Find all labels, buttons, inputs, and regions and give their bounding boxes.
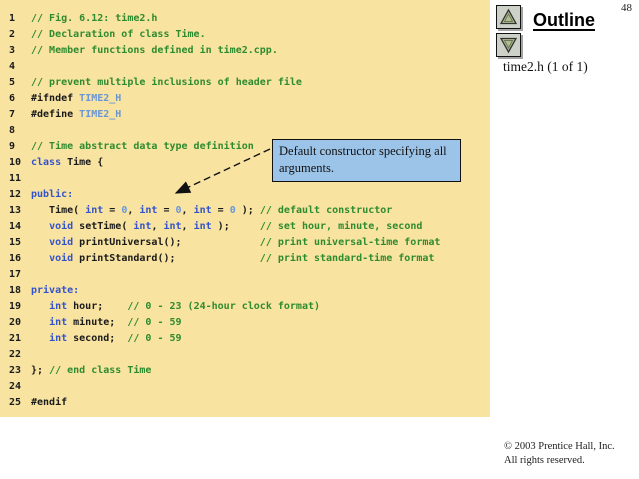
copyright-line1: © 2003 Prentice Hall, Inc. — [504, 440, 615, 454]
code-line: 2// Declaration of class Time. — [0, 27, 490, 43]
code-listing: 1// Fig. 6.12: time2.h2// Declaration of… — [0, 11, 490, 411]
code-line: 15 void printUniversal(); // print unive… — [0, 235, 490, 251]
copyright: © 2003 Prentice Hall, Inc. All rights re… — [504, 440, 615, 467]
line-number: 3 — [0, 43, 31, 59]
line-number: 4 — [0, 59, 31, 75]
line-number: 25 — [0, 395, 31, 411]
line-number: 20 — [0, 315, 31, 331]
line-number: 7 — [0, 107, 31, 123]
down-triangle-icon — [499, 36, 518, 54]
line-number: 19 — [0, 299, 31, 315]
line-number: 5 — [0, 75, 31, 91]
code-line: 22 — [0, 347, 490, 363]
line-number: 2 — [0, 27, 31, 43]
code-line: 13 Time( int = 0, int = 0, int = 0 ); //… — [0, 203, 490, 219]
line-number: 1 — [0, 11, 31, 27]
line-number: 17 — [0, 267, 31, 283]
line-number: 23 — [0, 363, 31, 379]
line-number: 11 — [0, 171, 31, 187]
line-number: 8 — [0, 123, 31, 139]
callout-box: Default constructor specifying all argum… — [272, 139, 461, 182]
code-line: 3// Member functions defined in time2.cp… — [0, 43, 490, 59]
outline-title: Outline — [533, 10, 595, 31]
code-line: 4 — [0, 59, 490, 75]
code-line: 17 — [0, 267, 490, 283]
copyright-line2: All rights reserved. — [504, 454, 615, 468]
line-number: 15 — [0, 235, 31, 251]
code-line: 23}; // end class Time — [0, 363, 490, 379]
code-line: 21 int second; // 0 - 59 — [0, 331, 490, 347]
line-number: 21 — [0, 331, 31, 347]
line-number: 16 — [0, 251, 31, 267]
code-line: 20 int minute; // 0 - 59 — [0, 315, 490, 331]
up-triangle-icon — [499, 8, 518, 26]
code-line: 19 int hour; // 0 - 23 (24-hour clock fo… — [0, 299, 490, 315]
line-number: 18 — [0, 283, 31, 299]
code-line: 16 void printStandard(); // print standa… — [0, 251, 490, 267]
line-number: 6 — [0, 91, 31, 107]
line-number: 22 — [0, 347, 31, 363]
code-line: 18private: — [0, 283, 490, 299]
slide: 1// Fig. 6.12: time2.h2// Declaration of… — [0, 0, 639, 479]
code-line: 25#endif — [0, 395, 490, 411]
code-line: 8 — [0, 123, 490, 139]
code-line: 1// Fig. 6.12: time2.h — [0, 11, 490, 27]
code-line: 7#define TIME2_H — [0, 107, 490, 123]
line-number: 9 — [0, 139, 31, 155]
nav-down-button[interactable] — [496, 33, 521, 57]
code-line: 5// prevent multiple inclusions of heade… — [0, 75, 490, 91]
code-line: 14 void setTime( int, int, int ); // set… — [0, 219, 490, 235]
code-line: 24 — [0, 379, 490, 395]
page-number: 48 — [621, 2, 632, 14]
line-number: 24 — [0, 379, 31, 395]
nav-up-button[interactable] — [496, 5, 521, 29]
code-line: 12public: — [0, 187, 490, 203]
line-number: 13 — [0, 203, 31, 219]
line-number: 12 — [0, 187, 31, 203]
slide-subtitle: time2.h (1 of 1) — [503, 59, 588, 75]
line-number: 14 — [0, 219, 31, 235]
line-number: 10 — [0, 155, 31, 171]
code-panel: 1// Fig. 6.12: time2.h2// Declaration of… — [0, 0, 490, 417]
code-line: 6#ifndef TIME2_H — [0, 91, 490, 107]
